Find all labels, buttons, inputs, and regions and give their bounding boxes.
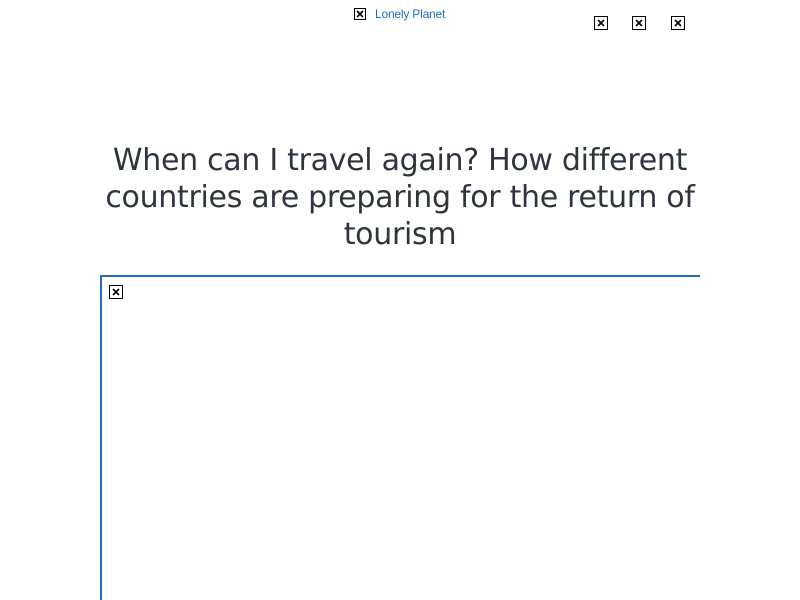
hero-image-frame — [100, 275, 800, 600]
page: Lonely Planet When can I travel again? H… — [0, 0, 800, 600]
logo-link[interactable]: Lonely Planet — [375, 7, 445, 21]
article-headline: When can I travel again? How different c… — [105, 143, 695, 252]
broken-image-icon[interactable] — [671, 16, 685, 30]
broken-image-icon[interactable] — [632, 16, 646, 30]
hero-frame-mask — [700, 274, 800, 278]
broken-image-icon[interactable] — [594, 16, 608, 30]
hero-frame-edge — [698, 275, 700, 277]
broken-image-icon — [109, 285, 123, 299]
broken-image-icon — [354, 8, 366, 20]
